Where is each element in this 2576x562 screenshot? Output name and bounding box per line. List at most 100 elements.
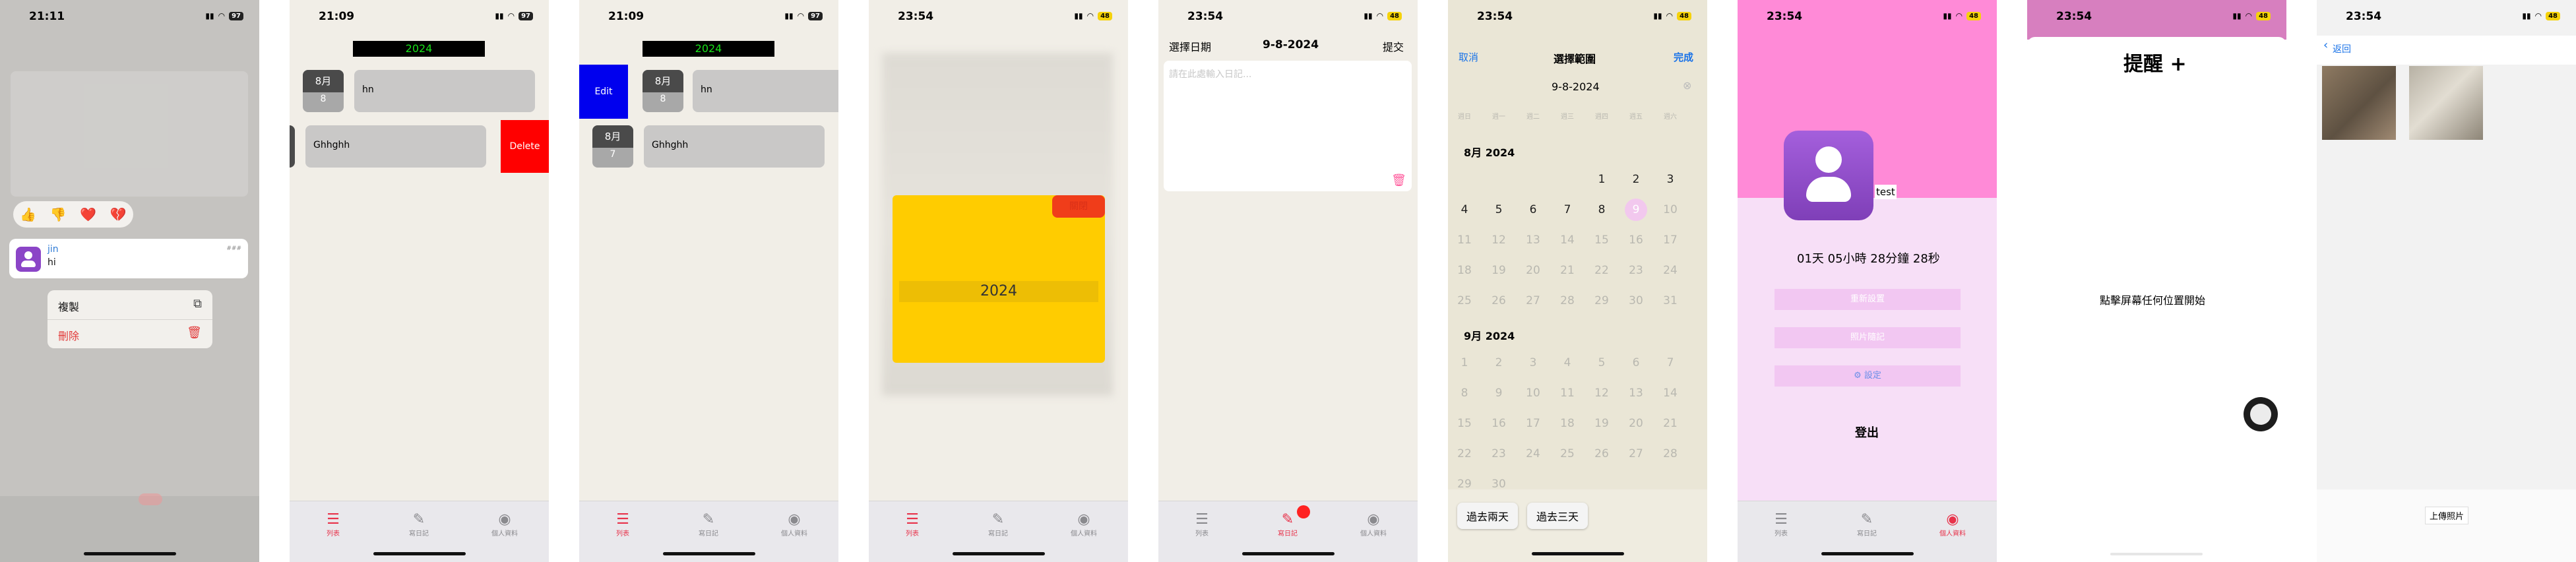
tab-list[interactable]: ☰ 列表 — [596, 512, 649, 538]
delete-button[interactable]: Delete — [501, 120, 549, 173]
calendar-day[interactable]: 5 — [1488, 203, 1510, 216]
calendar-day[interactable]: 6 — [1522, 203, 1544, 216]
calendar-day[interactable]: 28 — [1556, 294, 1579, 307]
tab-write[interactable]: ✎ 寫日記 — [1840, 512, 1893, 538]
delete-menu-item[interactable]: 刪除 — [58, 327, 79, 343]
calendar-day[interactable]: 25 — [1453, 294, 1476, 307]
back-button[interactable]: 返回 — [2333, 42, 2351, 55]
calendar-day[interactable]: 27 — [1522, 294, 1544, 307]
tab-profile[interactable]: ◉ 個人資料 — [1347, 512, 1400, 538]
reminder-sheet[interactable]: 提醒 + 點擊屏幕任何位置開始 — [2027, 37, 2286, 562]
calendar-day[interactable]: 29 — [1590, 294, 1613, 307]
past-three-days-button[interactable]: 過去三天 — [1527, 503, 1588, 529]
reset-button[interactable]: 重新設置 — [1775, 289, 1961, 310]
calendar-day[interactable]: 18 — [1453, 264, 1476, 277]
logout-button[interactable]: 登出 — [1855, 423, 1879, 441]
submit-button[interactable]: 提交 — [1383, 38, 1404, 54]
calendar-day[interactable]: 24 — [1659, 264, 1681, 277]
calendar-day[interactable]: 7 — [1659, 356, 1681, 369]
tab-profile[interactable]: ◉ 個人資料 — [768, 512, 821, 538]
calendar-day[interactable]: 3 — [1522, 356, 1544, 369]
calendar-day[interactable]: 9 — [1488, 387, 1510, 400]
calendar-day[interactable]: 1 — [1453, 356, 1476, 369]
calendar-day[interactable]: 13 — [1522, 234, 1544, 247]
calendar-day[interactable]: 31 — [1659, 294, 1681, 307]
photo-thumbnail[interactable] — [2322, 66, 2396, 140]
calendar-day[interactable]: 3 — [1659, 173, 1681, 186]
clear-icon[interactable]: ⊗ — [1683, 79, 1691, 92]
calendar-day[interactable]: 13 — [1625, 387, 1647, 400]
calendar-day[interactable]: 8 — [1590, 203, 1613, 216]
calendar-day[interactable]: 20 — [1522, 264, 1544, 277]
date-value[interactable]: 9-8-2024 — [1263, 38, 1319, 51]
calendar-day[interactable]: 5 — [1590, 356, 1613, 369]
calendar-day[interactable]: 22 — [1590, 264, 1613, 277]
calendar-day[interactable]: 22 — [1453, 447, 1476, 460]
calendar-day[interactable]: 25 — [1556, 447, 1579, 460]
tab-profile[interactable]: ◉ 個人資料 — [478, 512, 531, 538]
thumbs-down-reaction[interactable]: 👎 — [50, 206, 67, 222]
edit-button[interactable]: Edit — [579, 65, 628, 119]
calendar-day[interactable]: 8 — [1453, 387, 1476, 400]
calendar-day[interactable]: 9 — [1625, 199, 1647, 221]
calendar-day[interactable]: 26 — [1590, 447, 1613, 460]
tab-profile[interactable]: ◉ 個人資料 — [1926, 512, 1979, 538]
upload-photo-button[interactable]: 上傳照片 — [2425, 507, 2469, 524]
calendar-day[interactable]: 15 — [1590, 234, 1613, 247]
close-button[interactable]: 關閉 — [1052, 195, 1105, 218]
thumbs-up-reaction[interactable]: 👍 — [20, 206, 36, 222]
calendar-day[interactable]: 14 — [1659, 387, 1681, 400]
calendar-day[interactable]: 21 — [1659, 417, 1681, 430]
calendar-day[interactable]: 2 — [1625, 173, 1647, 186]
trash-icon[interactable]: 🗑 — [1391, 173, 1406, 187]
calendar-day[interactable]: 11 — [1556, 387, 1579, 400]
calendar-day[interactable]: 2 — [1488, 356, 1510, 369]
calendar-day[interactable]: 4 — [1453, 203, 1476, 216]
calendar-day[interactable]: 26 — [1488, 294, 1510, 307]
tab-list[interactable]: ☰ 列表 — [886, 512, 939, 538]
calendar-day[interactable]: 11 — [1453, 234, 1476, 247]
tab-profile[interactable]: ◉ 個人資料 — [1057, 512, 1110, 538]
entry-card-swiped[interactable]: Ghhghh — [305, 125, 486, 168]
calendar-day[interactable]: 20 — [1625, 417, 1647, 430]
photo-notes-button[interactable]: 照片隨記 — [1775, 327, 1961, 348]
copy-menu-item[interactable]: 複製 — [58, 298, 79, 314]
tab-list[interactable]: ☰ 列表 — [307, 512, 360, 538]
calendar-day[interactable]: 17 — [1522, 417, 1544, 430]
calendar-day[interactable]: 27 — [1625, 447, 1647, 460]
calendar-day[interactable]: 16 — [1625, 234, 1647, 247]
done-button[interactable]: 完成 — [1674, 50, 1693, 64]
calendar-day[interactable]: 23 — [1625, 264, 1647, 277]
entry-card-swiped[interactable]: hn — [693, 70, 838, 112]
photo-thumbnail[interactable] — [2409, 66, 2483, 140]
tab-write[interactable]: ✎ 寫日記 — [393, 512, 445, 538]
calendar-day[interactable]: 18 — [1556, 417, 1579, 430]
calendar-day[interactable]: 23 — [1488, 447, 1510, 460]
entry-card[interactable]: hn — [354, 70, 535, 112]
calendar-day[interactable]: 4 — [1556, 356, 1579, 369]
calendar-day[interactable]: 10 — [1522, 387, 1544, 400]
message-bubble[interactable]: jin hi ### — [9, 239, 248, 278]
calendar-day[interactable]: 17 — [1659, 234, 1681, 247]
calendar-day[interactable]: 19 — [1590, 417, 1613, 430]
calendar-day[interactable]: 6 — [1625, 356, 1647, 369]
chevron-left-icon[interactable]: ‹ — [2323, 38, 2328, 52]
broken-heart-reaction[interactable]: 💔 — [110, 206, 127, 222]
cancel-button[interactable]: 取消 — [1459, 50, 1478, 64]
calendar-day[interactable]: 24 — [1522, 447, 1544, 460]
calendar-day[interactable]: 1 — [1590, 173, 1613, 186]
avatar[interactable] — [1784, 131, 1873, 220]
heart-reaction[interactable]: ❤️ — [80, 206, 96, 222]
calendar-day[interactable]: 21 — [1556, 264, 1579, 277]
past-two-days-button[interactable]: 過去兩天 — [1457, 503, 1519, 529]
calendar-day[interactable]: 19 — [1488, 264, 1510, 277]
calendar-day[interactable]: 30 — [1625, 294, 1647, 307]
calendar-day[interactable]: 7 — [1556, 203, 1579, 216]
calendar-day[interactable]: 14 — [1556, 234, 1579, 247]
calendar-day[interactable]: 15 — [1453, 417, 1476, 430]
calendar-day[interactable]: 10 — [1659, 203, 1681, 216]
settings-button[interactable]: ⚙ 設定 — [1775, 365, 1961, 387]
record-button[interactable] — [2244, 397, 2278, 431]
entry-card[interactable]: Ghhghh — [644, 125, 825, 168]
calendar-day[interactable]: 12 — [1488, 234, 1510, 247]
